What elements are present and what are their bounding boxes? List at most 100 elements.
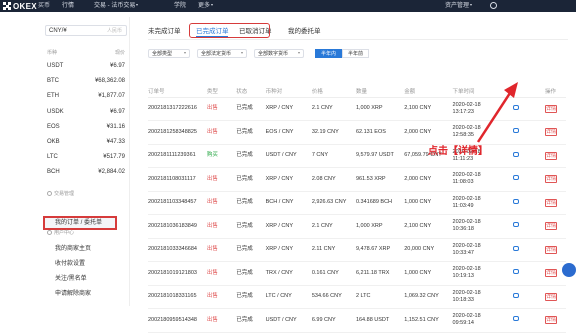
tab-pending-orders[interactable]: 未完成订单 [148,25,181,35]
sidebar-item-payment-settings[interactable]: 收付款设置 [55,258,85,267]
my-orders-label: 我的订单 / 委托单 [55,220,103,226]
crypto-filter-value: 全部数字货币 [258,51,289,57]
currency-price: ¥31.16 [106,123,125,130]
period-half-year-button[interactable]: 半年内 [315,49,342,58]
order-quantity: 9,478.67 XRP [355,238,405,262]
detail-button[interactable]: 详情 [544,222,557,231]
order-type: 出售 [206,167,237,192]
currency-row[interactable]: LTC ¥517.79 [47,152,125,167]
currency-row[interactable]: USDK ¥6.97 [47,107,125,122]
currency-row[interactable]: ETH ¥1,877.07 [47,91,125,106]
asset-management-label: 资产管理 [445,3,470,9]
detail-button[interactable]: 详情 [544,175,557,184]
order-pair: USDT / CNY [265,144,312,168]
currency-list-header: 币种 现价 [47,49,125,56]
order-type: 出售 [206,285,237,309]
order-quantity: 9,579.97 USDT [355,144,405,168]
currency-name: OKB [47,138,60,145]
nav-more[interactable]: 更多 [198,2,214,10]
period-earlier-button[interactable]: 半年前 [342,49,369,58]
col-actions: 操作 [544,86,566,98]
order-price: 534.66 CNY [311,285,356,309]
detail-button[interactable]: 详情 [544,292,557,301]
order-clock: 10:33:47 [452,249,474,256]
currency-select[interactable]: CNY/¥ 人民币 [45,25,127,36]
user-center-icon [47,230,52,235]
chat-icon[interactable] [513,198,520,204]
sidebar-item-follow-blacklist[interactable]: 关注/黑名单 [55,273,87,282]
chat-cell [513,261,545,286]
detail-button[interactable]: 详情 [544,198,557,207]
table-row: 2002181018331165 出售 已完成 LTC / CNY 534.66 CNY… [148,285,566,309]
order-amount: 2,000 CNY [404,167,453,192]
currency-name: EOS [47,123,60,130]
chat-cell [513,191,545,215]
chat-icon[interactable] [513,245,520,251]
order-pair: BCH / CNY [265,191,312,215]
chat-cell [513,214,545,239]
sidebar-item-cancel-merchant[interactable]: 申请解除商家 [55,288,91,297]
order-price: 2,926.63 CNY [311,191,356,215]
order-price: 2.1 CNY [311,214,356,239]
chat-icon[interactable] [513,222,520,228]
order-time: 2020-02-18 11:08:03 [452,167,514,192]
crypto-filter-select[interactable]: 全部数字货币 [254,49,304,58]
order-quantity: 1,000 XRP [355,97,405,121]
currency-row[interactable]: BTC ¥68,362.08 [47,76,125,91]
currency-row[interactable]: OKB ¥47.33 [47,137,125,152]
okex-logo[interactable]: OKEX [3,1,37,11]
nav-academy[interactable]: 学院 [174,2,186,10]
logo-text: OKEX [13,1,37,11]
currency-price: ¥2,884.02 [98,169,125,176]
actions-cell: 详情 [544,120,566,145]
asset-management-menu[interactable]: 资产管理 [445,2,473,10]
order-status: 已完成 [236,285,266,309]
currency-row[interactable]: BCH ¥2,884.02 [47,167,125,182]
order-quantity: 0.341689 BCH [355,191,405,215]
nav-trade-fiat[interactable]: 交易 - 法币交易 [94,2,139,10]
tab-my-entrustments[interactable]: 我的委托单 [288,25,321,35]
order-date: 2020-02-18 [452,242,481,249]
order-status: 已完成 [236,167,266,192]
help-chat-icon[interactable] [562,263,576,277]
order-status: 已完成 [236,238,266,262]
order-id: 2002181103348457 [148,191,207,215]
currency-name: USDK [47,108,64,115]
chat-icon[interactable] [513,175,520,181]
sidebar-item-my-orders[interactable]: 我的订单 / 委托单 [43,216,117,230]
chat-icon[interactable] [513,316,520,322]
user-center-label: 用户中心 [54,230,75,236]
currency-row[interactable]: EOS ¥31.16 [47,122,125,137]
order-date: 2020-02-18 [452,313,481,320]
fiat-filter-select[interactable]: 全部法定货币 [197,49,247,58]
chat-icon[interactable] [513,269,520,275]
detail-button[interactable]: 详情 [544,151,557,160]
chat-icon[interactable] [513,151,520,157]
order-status: 已完成 [236,214,266,239]
order-time: 2020-02-18 10:33:47 [452,238,514,262]
chat-icon[interactable] [513,292,520,298]
col-status: 状态 [236,86,266,98]
detail-button[interactable]: 详情 [544,269,557,278]
detail-button[interactable]: 详情 [544,316,557,325]
detail-button[interactable]: 详情 [544,104,557,113]
order-id: 2002181258348825 [148,120,207,145]
currency-row[interactable]: USDT ¥6.97 [47,61,125,76]
order-price: 6.99 CNY [311,308,356,333]
order-status: 已完成 [236,308,266,333]
order-quantity: 6,211.18 TRX [355,261,405,286]
user-icon[interactable] [490,2,497,9]
table-row: 2002181019121803 出售 已完成 TRX / CNY 0.161 CNY 6… [148,261,566,286]
col-coin-label: 币种 [47,50,58,56]
order-id: 2002181108031117 [148,167,207,192]
detail-button[interactable]: 详情 [544,128,557,137]
order-id: 2002181018331165 [148,285,207,309]
nav-market[interactable]: 行情 [62,2,74,10]
nav-buy-coin[interactable]: 买币 [38,2,50,10]
order-amount: 20,000 CNY [404,238,453,262]
sidebar-item-merchant-home[interactable]: 我的商家主页 [55,243,91,252]
col-price-label: 现价 [114,50,125,56]
type-filter-select[interactable]: 全部类型 [148,49,190,58]
detail-button[interactable]: 详情 [544,245,557,254]
order-amount: 1,000 CNY [404,191,453,215]
